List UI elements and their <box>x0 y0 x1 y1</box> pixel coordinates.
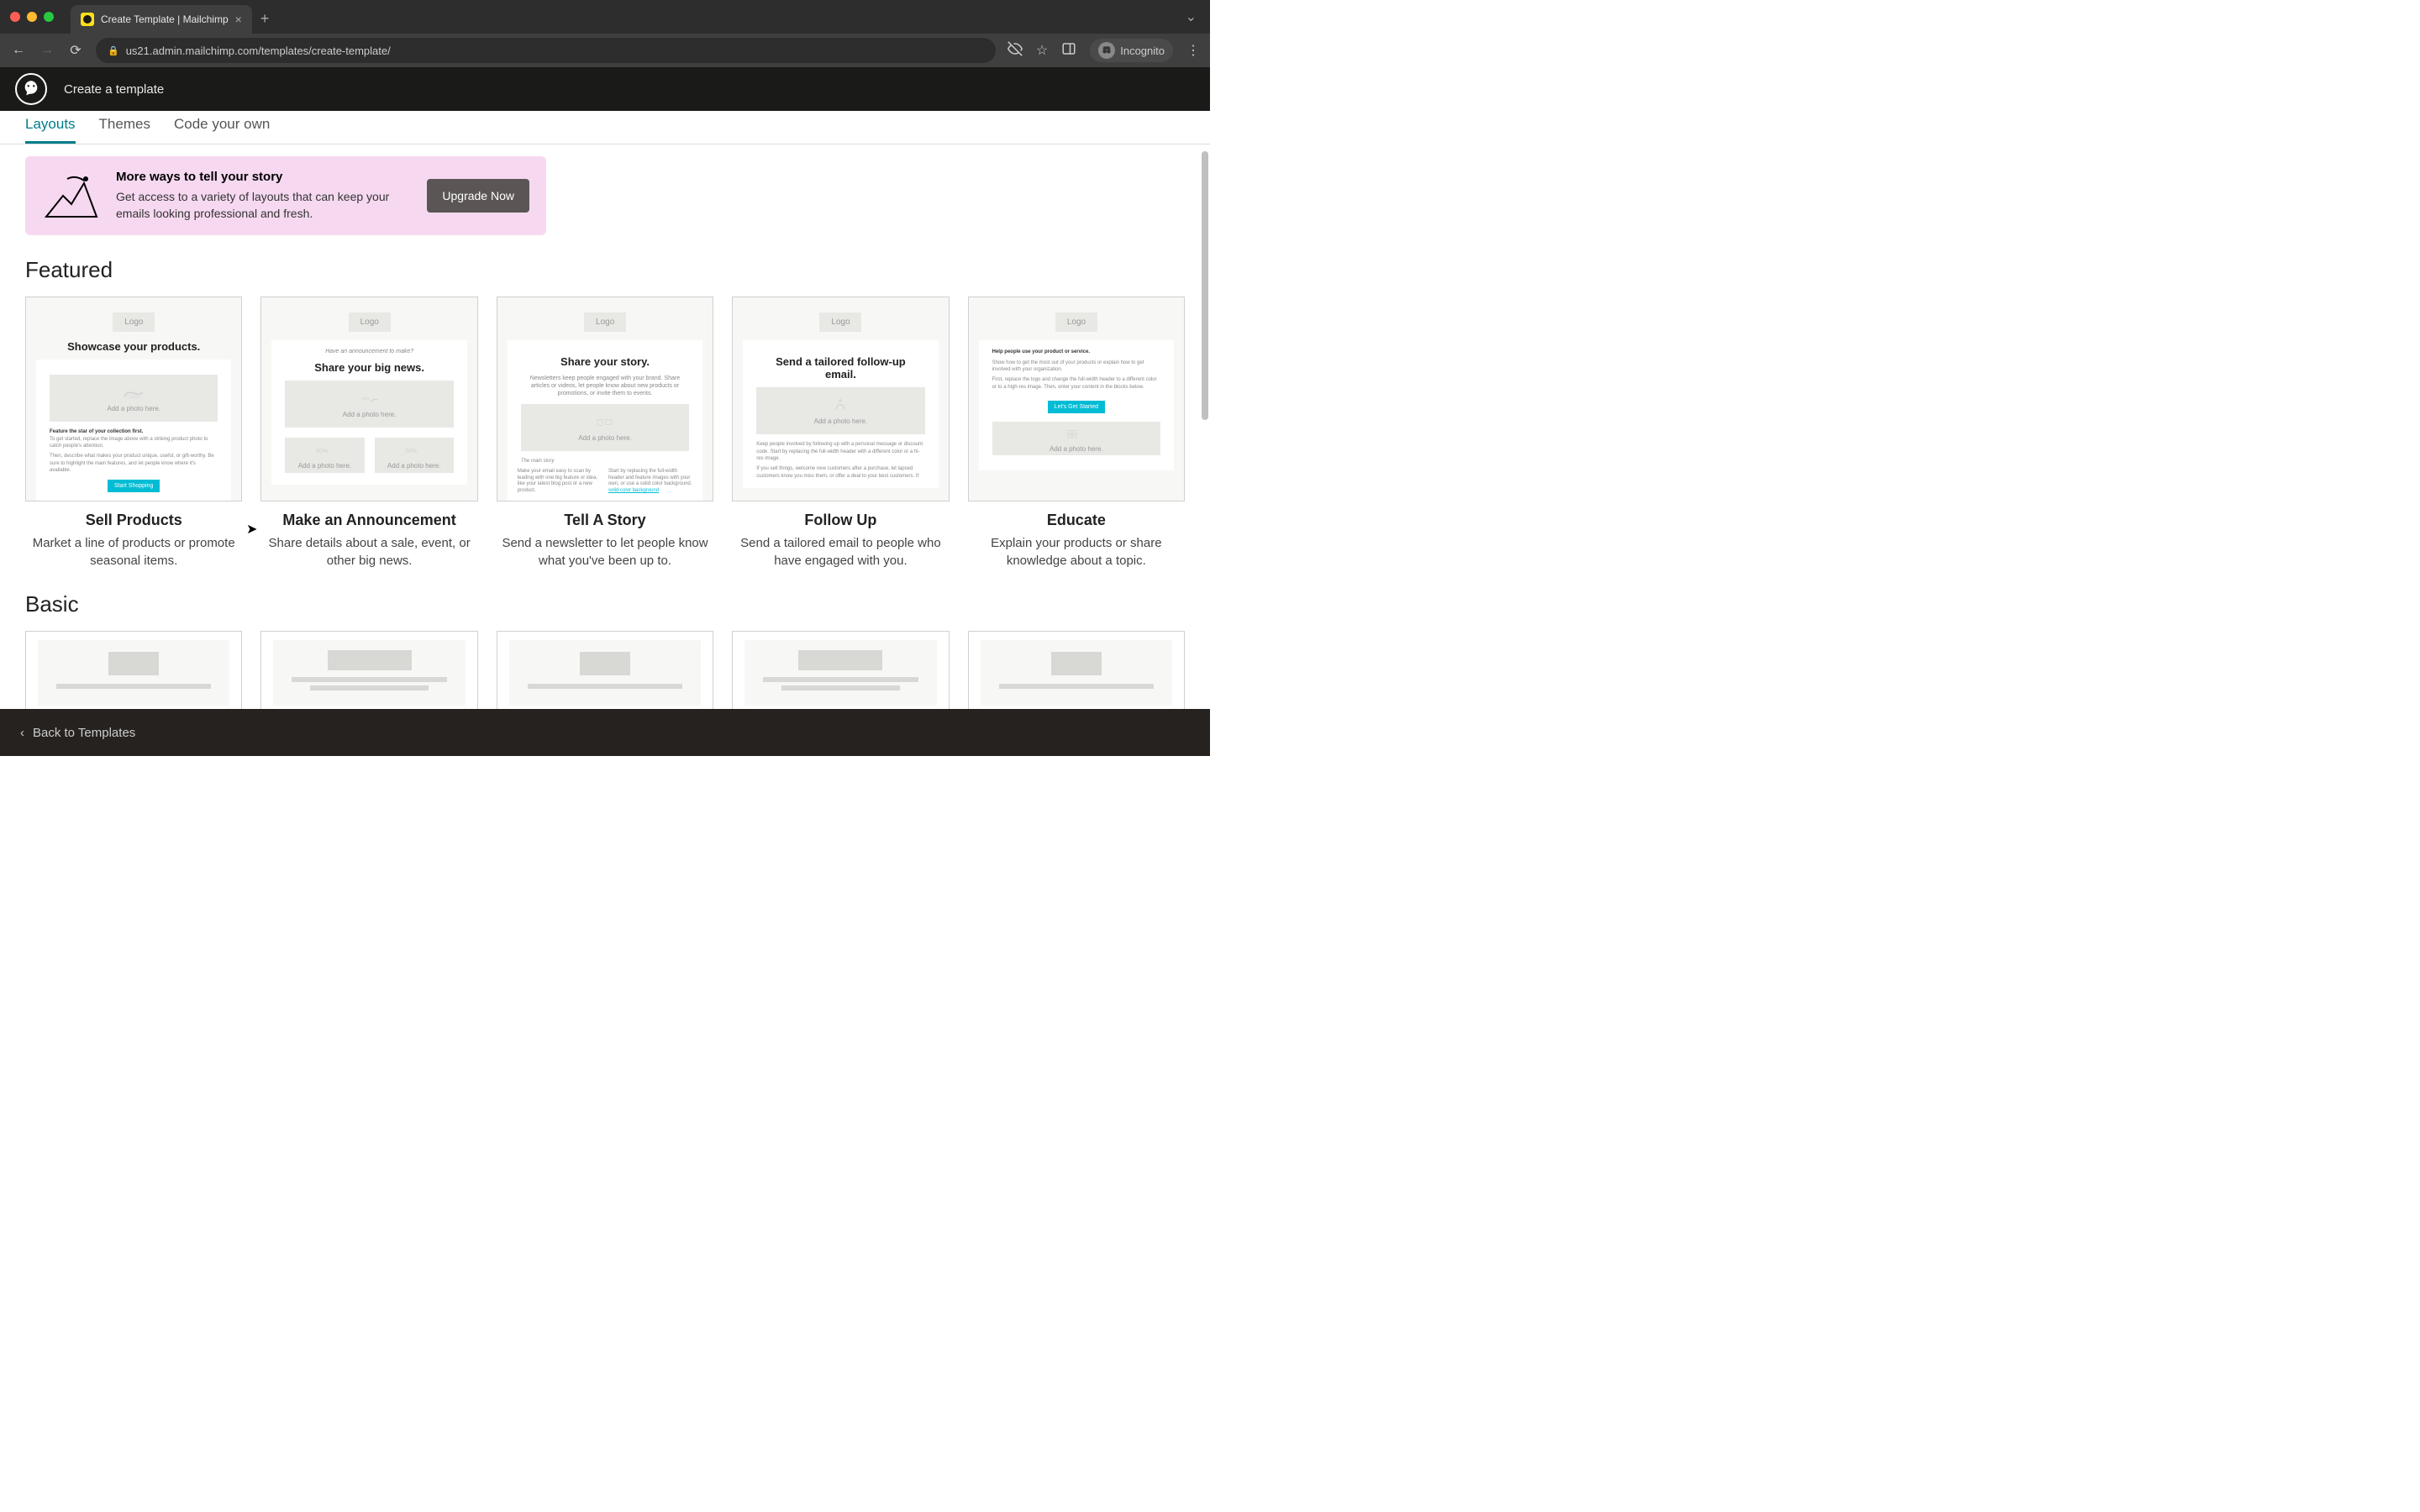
svg-text:50%: 50% <box>405 449 417 454</box>
scrollbar-thumb[interactable] <box>1202 151 1208 420</box>
template-preview: Logo Showcase your products. Add a photo… <box>25 297 242 501</box>
browser-tab[interactable]: Create Template | Mailchimp × <box>71 5 252 34</box>
forward-icon: → <box>39 43 55 58</box>
new-tab-button[interactable]: + <box>260 10 270 28</box>
mailchimp-logo[interactable] <box>15 73 47 105</box>
template-preview: Logo Help people use your product or ser… <box>968 297 1185 501</box>
back-icon[interactable]: ← <box>10 43 27 58</box>
address-bar: ← → ⟳ 🔒 us21.admin.mailchimp.com/templat… <box>0 34 1210 67</box>
promo-illustration <box>42 171 101 221</box>
lock-icon: 🔒 <box>108 45 119 56</box>
close-tab-icon[interactable]: × <box>235 13 242 26</box>
close-window-button[interactable] <box>10 12 20 22</box>
tab-themes[interactable]: Themes <box>99 111 150 144</box>
promo-description: Get access to a variety of layouts that … <box>116 189 412 222</box>
tab-title: Create Template | Mailchimp <box>101 13 229 25</box>
content-area: More ways to tell your story Get access … <box>0 144 1210 756</box>
section-basic-title: Basic <box>25 591 1185 617</box>
template-basic-3[interactable] <box>497 631 713 715</box>
window-controls <box>10 12 54 22</box>
template-make-announcement[interactable]: Logo Have an announcement to make? Share… <box>260 297 477 570</box>
template-name: Follow Up <box>732 512 949 529</box>
tab-bar: Create Template | Mailchimp × + ⌄ <box>0 0 1210 34</box>
url-input[interactable]: 🔒 us21.admin.mailchimp.com/templates/cre… <box>96 38 996 63</box>
url-text: us21.admin.mailchimp.com/templates/creat… <box>126 45 391 57</box>
template-preview: Logo Share your story. Newsletters keep … <box>497 297 713 501</box>
chevron-left-icon: ‹ <box>20 726 24 740</box>
upgrade-promo-banner: More ways to tell your story Get access … <box>25 156 546 235</box>
template-basic-2[interactable] <box>260 631 477 715</box>
template-description: Explain your products or share knowledge… <box>968 534 1185 570</box>
back-label: Back to Templates <box>33 726 135 740</box>
template-tell-story[interactable]: Logo Share your story. Newsletters keep … <box>497 297 713 570</box>
incognito-icon <box>1098 42 1115 59</box>
promo-title: More ways to tell your story <box>116 170 412 184</box>
template-name: Make an Announcement <box>260 512 477 529</box>
app-header: Create a template <box>0 67 1210 111</box>
reload-icon[interactable]: ⟳ <box>67 42 84 59</box>
template-sell-products[interactable]: Logo Showcase your products. Add a photo… <box>25 297 242 570</box>
svg-text:50%: 50% <box>316 449 328 454</box>
upgrade-now-button[interactable]: Upgrade Now <box>427 179 529 213</box>
template-basic-1[interactable] <box>25 631 242 715</box>
back-to-templates-link[interactable]: ‹ Back to Templates <box>20 726 135 740</box>
template-preview: Logo Have an announcement to make? Share… <box>260 297 477 501</box>
basic-templates-grid <box>25 631 1185 715</box>
template-name: Sell Products <box>25 512 242 529</box>
template-description: Send a newsletter to let people know wha… <box>497 534 713 570</box>
incognito-label: Incognito <box>1120 45 1165 57</box>
browser-chrome: Create Template | Mailchimp × + ⌄ ← → ⟳ … <box>0 0 1210 67</box>
menu-dots-icon[interactable]: ⋮ <box>1186 42 1200 59</box>
template-name: Tell A Story <box>497 512 713 529</box>
tab-favicon <box>81 13 94 26</box>
template-preview: Logo Send a tailored follow-up email. Ad… <box>732 297 949 501</box>
minimize-window-button[interactable] <box>27 12 37 22</box>
featured-templates-grid: Logo Showcase your products. Add a photo… <box>25 297 1185 570</box>
template-basic-5[interactable] <box>968 631 1185 715</box>
star-icon[interactable]: ☆ <box>1036 42 1048 59</box>
page-title: Create a template <box>64 82 164 97</box>
page-tabs: Layouts Themes Code your own <box>0 111 1210 144</box>
tab-list-chevron-icon[interactable]: ⌄ <box>1186 8 1197 25</box>
template-name: Educate <box>968 512 1185 529</box>
template-follow-up[interactable]: Logo Send a tailored follow-up email. Ad… <box>732 297 949 570</box>
template-description: Share details about a sale, event, or ot… <box>260 534 477 570</box>
incognito-badge[interactable]: Incognito <box>1090 39 1173 62</box>
panel-icon[interactable] <box>1061 41 1076 60</box>
eye-off-icon[interactable] <box>1007 41 1023 60</box>
template-basic-4[interactable] <box>732 631 949 715</box>
footer-bar: ‹ Back to Templates <box>0 709 1210 756</box>
template-educate[interactable]: Logo Help people use your product or ser… <box>968 297 1185 570</box>
template-description: Market a line of products or promote sea… <box>25 534 242 570</box>
section-featured-title: Featured <box>25 257 1185 283</box>
tab-code-your-own[interactable]: Code your own <box>174 111 270 144</box>
tab-layouts[interactable]: Layouts <box>25 111 76 144</box>
maximize-window-button[interactable] <box>44 12 54 22</box>
template-description: Send a tailored email to people who have… <box>732 534 949 570</box>
svg-text:10%: 10% <box>360 396 369 402</box>
